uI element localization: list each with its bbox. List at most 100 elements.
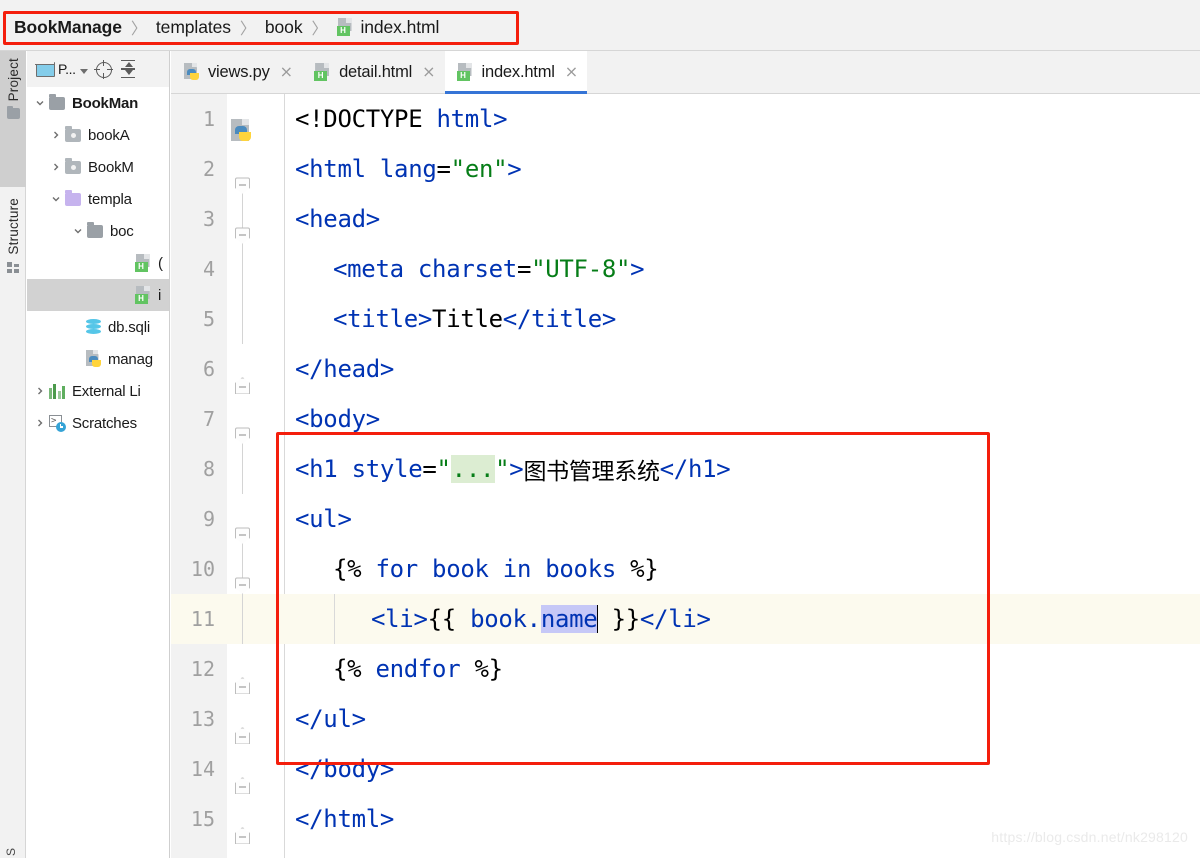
scratches-icon: >: [47, 414, 67, 432]
code-line-1[interactable]: 1 <!DOCTYPE html >: [171, 94, 1200, 144]
tab-detail-html[interactable]: H detail.html ×: [302, 51, 444, 93]
tree-node-book[interactable]: boc: [27, 215, 169, 247]
line-number: 2: [202, 157, 215, 181]
code-text: </body>: [295, 755, 395, 783]
code-line-2[interactable]: 2 <html lang = "en" >: [171, 144, 1200, 194]
tree-node-external-libraries[interactable]: External Li: [27, 375, 169, 407]
code-line-10[interactable]: 10 {% for book in books %}: [171, 544, 1200, 594]
tab-views-py[interactable]: views.py ×: [171, 51, 302, 93]
tab-label: views.py: [208, 62, 270, 81]
code-line-7[interactable]: 7 <body>: [171, 394, 1200, 444]
tree-node-bookm[interactable]: BookM: [27, 151, 169, 183]
line-number: 6: [202, 357, 215, 381]
breadcrumb-item-file[interactable]: H index.html: [336, 17, 439, 38]
pycharm-window: BookManage 〉 templates 〉 book 〉 H index.…: [0, 0, 1200, 858]
fold-collapse-icon[interactable]: [235, 527, 250, 544]
line-number: 15: [190, 807, 215, 831]
code-line-4[interactable]: 4 <meta charset = "UTF-8" >: [171, 244, 1200, 294]
code-line-9[interactable]: 9 <ul>: [171, 494, 1200, 544]
tree-node-label: (: [158, 254, 163, 272]
fold-region-line: [241, 294, 243, 344]
close-icon[interactable]: ×: [565, 64, 578, 80]
tab-index-html[interactable]: H index.html ×: [444, 51, 588, 94]
close-icon[interactable]: ×: [280, 64, 293, 80]
tree-node-booka[interactable]: bookA: [27, 119, 169, 151]
line-number: 14: [190, 757, 215, 781]
line-number: 10: [190, 557, 215, 581]
tree-node-manage-py[interactable]: manag: [27, 343, 169, 375]
fold-collapse-icon[interactable]: [235, 377, 250, 394]
tree-node-detail-html[interactable]: H (: [27, 247, 169, 279]
chevron-right-icon[interactable]: [33, 418, 47, 428]
watermark: https://blog.csdn.net/nk298120: [991, 829, 1188, 845]
tree-node-db-sqlite[interactable]: db.sqli: [27, 311, 169, 343]
code-line-5[interactable]: 5 <title> Title </title>: [171, 294, 1200, 344]
tool-window-tab-structure[interactable]: Structure: [0, 191, 26, 341]
tree-node-label: manag: [108, 350, 153, 368]
folder-icon: [6, 105, 20, 120]
code-text: <li>{{ book. name }} </li>: [371, 605, 711, 633]
tree-node-label: External Li: [72, 382, 141, 400]
chevron-right-icon[interactable]: [49, 130, 63, 140]
code-line-6[interactable]: 6 </head>: [171, 344, 1200, 394]
code-line-12[interactable]: 12 {% endfor %}: [171, 644, 1200, 694]
code-text: <ul>: [295, 505, 352, 533]
code-text: {% for book in books %}: [333, 555, 659, 583]
tree-node-label: BookM: [88, 158, 134, 176]
tool-window-tab-project[interactable]: Project: [0, 51, 26, 187]
tree-node-index-html[interactable]: H i: [27, 279, 169, 311]
tree-node-label: db.sqli: [108, 318, 150, 336]
fold-collapse-icon[interactable]: [235, 177, 250, 194]
fold-collapse-icon[interactable]: [235, 827, 250, 844]
chevron-down-icon[interactable]: [49, 194, 63, 204]
fold-collapse-icon[interactable]: [235, 727, 250, 744]
line-number: 4: [202, 257, 215, 281]
code-line-3[interactable]: 3 <head>: [171, 194, 1200, 244]
chevron-down-icon[interactable]: [33, 98, 47, 108]
project-view-selector[interactable]: P...: [35, 60, 88, 77]
breadcrumb-separator-icon: 〉: [130, 19, 147, 38]
project-tool-window: P... BookMan bookA BookM templa boc H (…: [27, 51, 170, 858]
line-number: 8: [202, 457, 215, 481]
code-text: <meta charset = "UTF-8" >: [333, 255, 645, 283]
fold-collapse-icon[interactable]: [235, 777, 250, 794]
python-file-icon: [229, 118, 255, 144]
tree-node-templates[interactable]: templa: [27, 183, 169, 215]
tree-node-label: boc: [110, 222, 134, 240]
code-line-13[interactable]: 13 </ul>: [171, 694, 1200, 744]
tree-node-bookmanage[interactable]: BookMan: [27, 87, 169, 119]
html-file-icon: H: [133, 286, 153, 304]
fold-collapse-icon[interactable]: [235, 227, 250, 244]
chevron-right-icon[interactable]: [49, 162, 63, 172]
chevron-right-icon[interactable]: [33, 386, 47, 396]
left-tool-window-strip: Project Structure S: [0, 51, 26, 858]
crosshair-target-icon[interactable]: [93, 59, 113, 79]
breadcrumb: BookManage 〉 templates 〉 book 〉 H index.…: [14, 13, 439, 41]
html-file-icon: H: [336, 18, 354, 36]
fold-collapse-icon[interactable]: [235, 677, 250, 694]
code-text: <head>: [295, 205, 380, 233]
breadcrumb-item-book[interactable]: book: [265, 17, 303, 38]
collapse-all-icon[interactable]: [119, 59, 137, 79]
html-file-icon: H: [133, 254, 153, 272]
close-icon[interactable]: ×: [422, 64, 435, 80]
code-editor[interactable]: 1 <!DOCTYPE html> 2 <html lang="en">: [171, 94, 1200, 858]
code-line-8[interactable]: 8 <h1 style = "... " > 图书管理系统 </h1>: [171, 444, 1200, 494]
breadcrumb-item-templates[interactable]: templates: [156, 17, 231, 38]
fold-collapse-icon[interactable]: [235, 577, 250, 594]
collapsed-attribute-placeholder[interactable]: ...: [450, 455, 496, 483]
fold-region-line: [241, 244, 243, 294]
breadcrumb-separator-icon: 〉: [311, 19, 328, 38]
tree-node-label: i: [158, 286, 162, 304]
python-file-icon: [83, 350, 103, 368]
external-libraries-icon: [47, 383, 67, 399]
breadcrumb-item-project[interactable]: BookManage: [14, 17, 122, 38]
tool-window-tab-project-label: Project: [5, 58, 21, 102]
fold-collapse-icon[interactable]: [235, 427, 250, 444]
code-line-14[interactable]: 14 </body>: [171, 744, 1200, 794]
tree-node-scratches[interactable]: > Scratches: [27, 407, 169, 439]
code-line-11[interactable]: 11 <li>{{ book. name }} </li>: [171, 594, 1200, 644]
selected-token[interactable]: name: [540, 605, 598, 633]
chevron-down-icon[interactable]: [71, 226, 85, 236]
code-text: </head>: [295, 355, 395, 383]
